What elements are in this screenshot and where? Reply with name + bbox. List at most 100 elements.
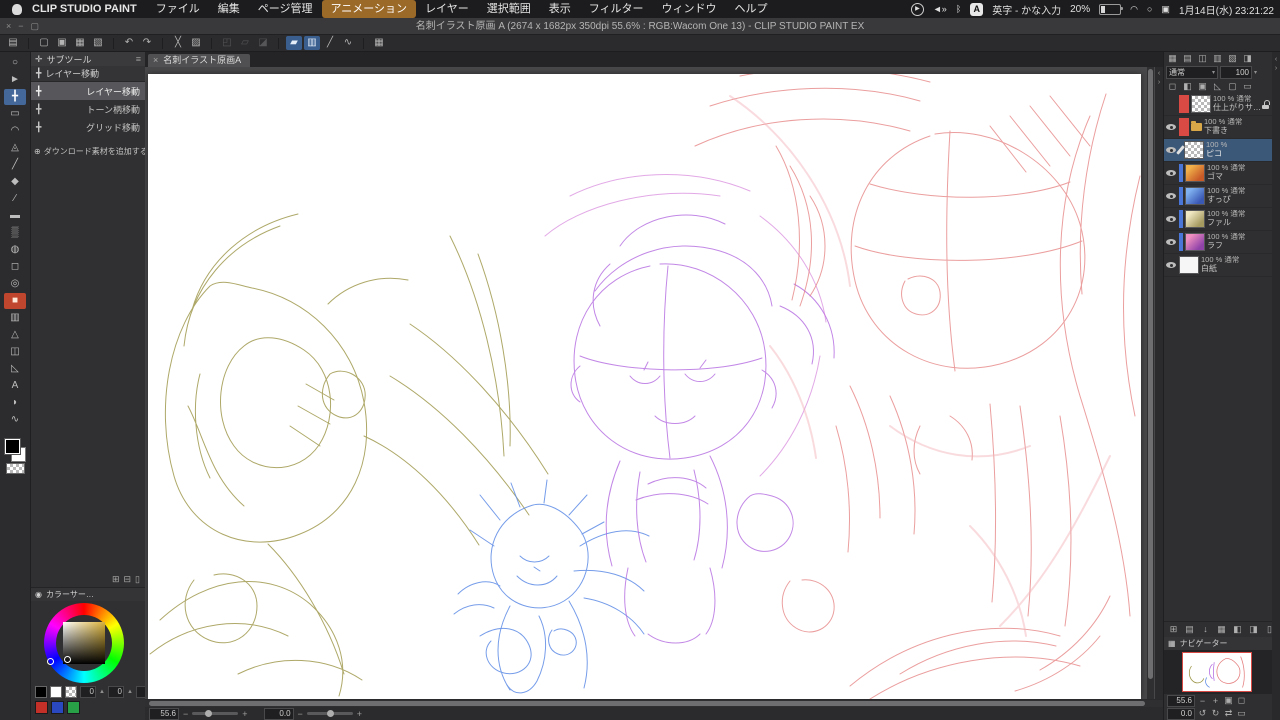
layer-thumbnail[interactable] [1191, 95, 1211, 113]
decoration-tool[interactable]: ◍ [4, 242, 26, 258]
pen-tool[interactable]: ◆ [4, 174, 26, 190]
layer-name[interactable]: 仕上がりサ… [1213, 104, 1260, 113]
text-tool[interactable]: A [4, 378, 26, 394]
layer-row[interactable]: 100 % 通常 ラフ [1164, 231, 1272, 254]
green-value-field[interactable]: 0 [108, 686, 124, 698]
nav-zoom-in-icon[interactable]: + [1210, 696, 1221, 706]
far-right-collapse-strip[interactable]: ‹ › [1272, 52, 1280, 720]
tab-close-icon[interactable]: × [153, 54, 158, 67]
navigator-preview-area[interactable] [1164, 650, 1272, 694]
zoom-tool[interactable]: ○ [4, 55, 26, 71]
layer-thumbnail[interactable] [1185, 164, 1205, 182]
merge-down-icon[interactable]: ▦ [1215, 624, 1228, 635]
menu-edit[interactable]: 編集 [209, 0, 249, 18]
opacity-arrow-icon[interactable]: ▾ [1254, 69, 1257, 76]
enable-mask-icon[interactable]: ▣ [1196, 81, 1209, 92]
nav-rotate-right-icon[interactable]: ↻ [1210, 708, 1221, 719]
canvas-viewport[interactable] [145, 67, 1163, 699]
hue-indicator[interactable] [47, 658, 54, 665]
layer-visibility-icon[interactable] [1166, 192, 1177, 200]
layer-thumbnail[interactable] [1184, 141, 1204, 159]
layer-name[interactable]: ファル [1207, 219, 1270, 228]
selection-tool[interactable]: ▭ [4, 106, 26, 122]
layer-thumbnail[interactable] [1185, 233, 1205, 251]
vertical-scroll-thumb[interactable] [1148, 69, 1153, 679]
window-minimize-button[interactable]: − [18, 18, 23, 35]
layer-name[interactable]: 白紙 [1201, 265, 1270, 274]
rotate-right-icon[interactable]: + [357, 709, 362, 719]
horizontal-scroll-thumb[interactable] [149, 701, 1145, 706]
layer-thumbnail[interactable] [1185, 187, 1205, 205]
new-file-icon[interactable]: ▢ [36, 36, 52, 50]
nav-actual-size-icon[interactable]: ◻ [1236, 695, 1247, 706]
layer-name[interactable]: ゴマ [1207, 173, 1270, 182]
volume-icon[interactable]: ◄» [933, 3, 947, 15]
correction-curve-icon[interactable]: ∿ [340, 36, 356, 50]
operation-tool[interactable]: ► [4, 72, 26, 88]
subtool-item-layer-move[interactable]: ╋ レイヤー移動 [31, 82, 145, 100]
layer-name[interactable]: ピコ [1206, 150, 1270, 159]
layer-thumbnail[interactable] [1179, 256, 1199, 274]
ruler-tool[interactable]: ◺ [4, 361, 26, 377]
layer-visibility-icon[interactable] [1166, 100, 1177, 108]
layer-visibility-icon[interactable] [1166, 261, 1177, 269]
airbrush-tool[interactable]: ▒ [4, 225, 26, 241]
subtool-item-tone-move[interactable]: ╋ トーン柄移動 [31, 100, 145, 118]
canvas[interactable] [148, 74, 1141, 699]
menu-file[interactable]: ファイル [147, 0, 209, 18]
fill-command-icon[interactable]: ▨ [188, 36, 204, 50]
window-zoom-button[interactable]: ▢ [31, 18, 40, 35]
layer-thumbnail[interactable] [1185, 210, 1205, 228]
auto-select-tool[interactable]: ◬ [4, 140, 26, 156]
menu-app-name[interactable]: CLIP STUDIO PAINT [30, 0, 147, 18]
layer-visibility-icon[interactable] [1166, 169, 1177, 177]
menu-animation[interactable]: アニメーション [322, 0, 417, 18]
wifi-icon[interactable]: ◠ [1130, 3, 1138, 15]
menu-help[interactable]: ヘルプ [726, 0, 777, 18]
lasso-tool[interactable]: ◠ [4, 123, 26, 139]
menu-selection[interactable]: 選択範囲 [478, 0, 540, 18]
red-value-field[interactable]: 0 [80, 686, 96, 698]
eyedropper-tool[interactable]: ╱ [4, 157, 26, 173]
subtool-item-grid-move[interactable]: ╋ グリッド移動 [31, 118, 145, 136]
color-set-swatch-blue[interactable] [51, 701, 64, 714]
two-pane-icon[interactable]: ◫ [1196, 53, 1209, 64]
effect-icon[interactable]: ▧ [1226, 53, 1239, 64]
pencil-tool[interactable]: ∕ [4, 191, 26, 207]
color-set-swatch-green[interactable] [67, 701, 80, 714]
transparent-color-swatch[interactable] [6, 463, 25, 474]
layer-row-draft-folder[interactable]: 100 % 通常 下書き [1164, 116, 1272, 139]
collapse-left-arrow-icon[interactable]: ‹ [1155, 69, 1163, 78]
layer-name[interactable]: すっぴ [1207, 196, 1270, 205]
download-materials-link[interactable]: ⊕ ダウンロード素材を追加する [31, 146, 145, 157]
navigator-canvas-preview[interactable] [1182, 652, 1252, 692]
clear-icon[interactable]: ╳ [170, 36, 186, 50]
gradient-tool[interactable]: ▥ [4, 310, 26, 326]
navigator-rotate-value[interactable]: 0.0 [1167, 708, 1195, 720]
snap-ruler-icon[interactable]: ▰ [286, 36, 302, 50]
menu-view[interactable]: 表示 [540, 0, 580, 18]
canvas-horizontal-scrollbar[interactable] [145, 700, 1163, 707]
lock-layer-icon[interactable]: ◻ [1166, 81, 1179, 92]
duplicate-subtool-icon[interactable]: ⊟ [124, 574, 132, 585]
tone-icon[interactable]: ▥ [1211, 53, 1224, 64]
mask-view-icon[interactable]: ◨ [1241, 53, 1254, 64]
correction-line-icon[interactable]: ╱ [322, 36, 338, 50]
apply-mask-icon[interactable]: ◨ [1247, 624, 1260, 635]
input-source-badge[interactable]: A [970, 3, 983, 16]
mini-sub-color-swatch[interactable] [50, 686, 62, 698]
balloon-tool[interactable]: ◗ [4, 395, 26, 411]
snap-special-ruler-icon[interactable]: ▥ [304, 36, 320, 50]
layer-visibility-icon[interactable] [1166, 123, 1177, 131]
figure-tool[interactable]: △ [4, 327, 26, 343]
menubar-clock[interactable]: 1月14日(水) 23:21:22 [1179, 2, 1274, 17]
transfer-down-icon[interactable]: ↓ [1199, 624, 1212, 635]
undo-icon[interactable]: ↶ [121, 36, 137, 50]
layer-row-selected[interactable]: 100 % ピコ [1164, 139, 1272, 162]
new-folder-icon[interactable]: ▤ [1183, 624, 1196, 635]
canvas-vertical-scrollbar[interactable] [1147, 67, 1154, 699]
frame-border-tool[interactable]: ◫ [4, 344, 26, 360]
menu-window[interactable]: ウィンドウ [653, 0, 726, 18]
strip-left-arrow-icon[interactable]: ‹ [1272, 55, 1280, 64]
create-mask-icon[interactable]: ◧ [1231, 624, 1244, 635]
